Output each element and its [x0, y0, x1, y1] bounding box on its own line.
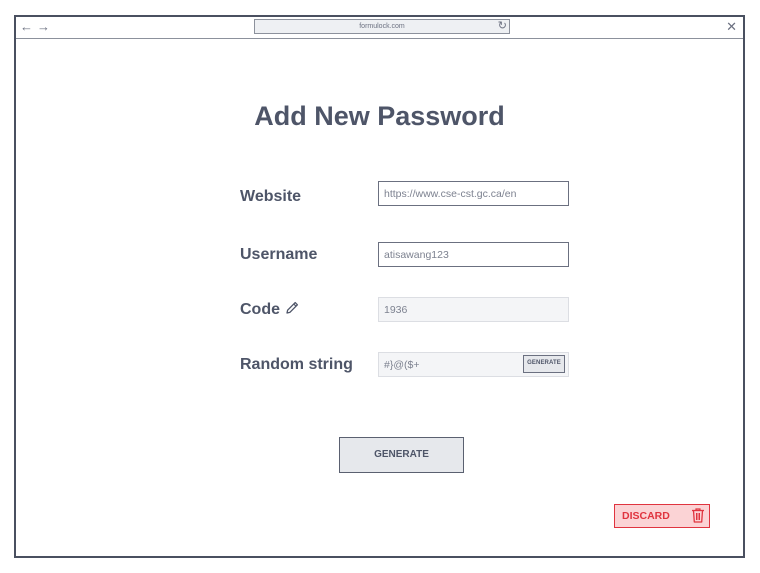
- trash-icon: [692, 508, 704, 523]
- random-string-label: Random string: [240, 356, 353, 373]
- code-label: Code: [240, 301, 280, 318]
- website-label: Website: [240, 188, 302, 205]
- generate-random-button[interactable]: GENERATE: [523, 355, 565, 373]
- pencil-icon[interactable]: [284, 300, 300, 316]
- close-icon[interactable]: ✕: [726, 19, 737, 35]
- username-input[interactable]: [378, 242, 569, 267]
- code-input: [378, 297, 569, 322]
- reload-icon[interactable]: ↻: [498, 20, 507, 33]
- arrow-right-icon[interactable]: →: [37, 19, 50, 35]
- browser-toolbar: ← → formulock.com ↻ ✕: [16, 17, 743, 39]
- discard-label: DISCARD: [622, 510, 670, 522]
- username-label: Username: [240, 246, 318, 263]
- url-text: formulock.com: [359, 23, 405, 30]
- browser-window: ← → formulock.com ↻ ✕ Add New Password W…: [14, 15, 745, 558]
- generate-button[interactable]: GENERATE: [339, 437, 464, 473]
- discard-button[interactable]: DISCARD: [614, 504, 710, 528]
- website-input[interactable]: [378, 181, 569, 206]
- page-title: Add New Password: [254, 101, 505, 131]
- address-bar[interactable]: formulock.com ↻: [254, 19, 510, 34]
- arrow-left-icon[interactable]: ←: [20, 19, 33, 35]
